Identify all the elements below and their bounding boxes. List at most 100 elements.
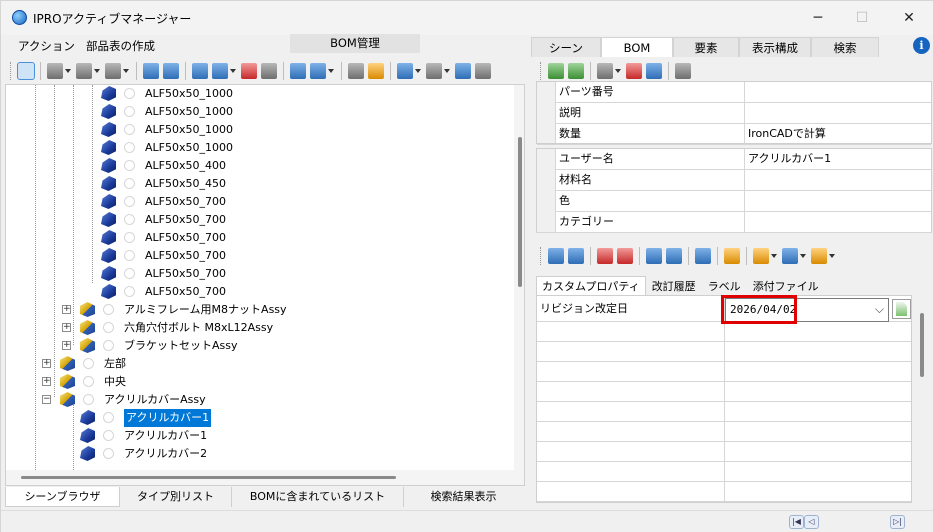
- remove-d-icon[interactable]: [617, 248, 633, 264]
- menu-action[interactable]: アクション: [18, 37, 75, 55]
- scroll-thumb[interactable]: [920, 313, 924, 377]
- tree-node[interactable]: + 左部: [6, 355, 506, 373]
- search-icon[interactable]: [143, 63, 159, 79]
- property-value[interactable]: [725, 422, 911, 441]
- tab-scene[interactable]: シーン: [531, 37, 601, 57]
- property-key[interactable]: [537, 442, 725, 461]
- property-value[interactable]: [725, 402, 911, 421]
- menu-bom-create[interactable]: 部品表の作成: [86, 37, 155, 55]
- expand-icon[interactable]: +: [42, 377, 51, 386]
- tree-node-label[interactable]: ALF50x50_450: [145, 175, 226, 193]
- tree-node-label[interactable]: 左部: [104, 355, 126, 373]
- property-key[interactable]: [537, 322, 725, 341]
- tree-node[interactable]: ALF50x50_1000: [6, 121, 506, 139]
- folder-icon[interactable]: [753, 248, 769, 264]
- tree-node[interactable]: ALF50x50_450: [6, 175, 506, 193]
- tree-node[interactable]: アクリルカバー2: [6, 445, 506, 463]
- tree-node-label[interactable]: アクリルカバー1: [124, 409, 212, 427]
- tab-search-results[interactable]: 検索結果表示: [404, 487, 523, 507]
- tree-node[interactable]: + ブラケットセットAssy: [6, 337, 506, 355]
- zoom-icon[interactable]: [397, 63, 413, 79]
- expand-icon[interactable]: +: [42, 359, 51, 368]
- grid-value[interactable]: [745, 191, 931, 211]
- note-icon[interactable]: [811, 248, 827, 264]
- tree-node-label[interactable]: ALF50x50_400: [145, 157, 226, 175]
- property-key[interactable]: [537, 422, 725, 441]
- structure-icon[interactable]: [261, 63, 277, 79]
- tree-node-label[interactable]: ALF50x50_700: [145, 211, 226, 229]
- tab-revision-history[interactable]: 改訂履歴: [646, 276, 702, 295]
- tree-node-label[interactable]: ALF50x50_700: [145, 229, 226, 247]
- menu-bom-manage[interactable]: BOM管理: [290, 34, 420, 53]
- assembly-icon[interactable]: [192, 63, 208, 79]
- table-icon[interactable]: [290, 63, 306, 79]
- tab-search[interactable]: 検索: [811, 37, 879, 57]
- tab-attachments[interactable]: 添付ファイル: [747, 276, 825, 295]
- grid-value[interactable]: [745, 170, 931, 190]
- add-c-icon[interactable]: [548, 248, 564, 264]
- scroll-thumb[interactable]: [518, 137, 522, 287]
- grid-value[interactable]: [745, 103, 931, 123]
- select-tool-icon[interactable]: [17, 62, 35, 80]
- chevron-down-icon[interactable]: [415, 69, 421, 73]
- tree-node[interactable]: ALF50x50_1000: [6, 139, 506, 157]
- tree-node[interactable]: ALF50x50_1000: [6, 85, 506, 103]
- tree-node[interactable]: アクリルカバー1: [6, 427, 506, 445]
- scroll-thumb[interactable]: [21, 476, 396, 479]
- tree-node[interactable]: ALF50x50_1000: [6, 103, 506, 121]
- layout-icon[interactable]: [310, 63, 326, 79]
- tree-node[interactable]: ALF50x50_700: [6, 283, 506, 301]
- paste-icon[interactable]: [666, 248, 682, 264]
- tab-elements[interactable]: 要素: [673, 37, 739, 57]
- info-icon[interactable]: i: [913, 37, 930, 54]
- link-edit-icon[interactable]: [695, 248, 711, 264]
- tree-node[interactable]: ALF50x50_700: [6, 211, 506, 229]
- expand-icon[interactable]: +: [62, 305, 71, 314]
- update-icon[interactable]: [568, 63, 584, 79]
- tree-node-label[interactable]: ALF50x50_700: [145, 265, 226, 283]
- property-key[interactable]: [537, 462, 725, 481]
- tree-node[interactable]: ALF50x50_400: [6, 157, 506, 175]
- property-vertical-scrollbar[interactable]: [913, 295, 932, 503]
- tree-node[interactable]: アクリルカバー1: [6, 409, 506, 427]
- share-icon[interactable]: [105, 63, 121, 79]
- tree-node[interactable]: ALF50x50_700: [6, 265, 506, 283]
- property-value[interactable]: [725, 462, 911, 481]
- tree-node-label[interactable]: 六角穴付ボルト M8xL12Assy: [124, 319, 273, 337]
- part-list-icon[interactable]: [163, 63, 179, 79]
- chevron-down-icon[interactable]: [94, 69, 100, 73]
- expand-icon[interactable]: +: [62, 341, 71, 350]
- nav-prev-icon[interactable]: ◁: [804, 515, 819, 529]
- close-button[interactable]: ✕: [894, 7, 924, 29]
- property-value[interactable]: [725, 322, 911, 341]
- tree-node-label[interactable]: アクリルカバー2: [124, 445, 207, 463]
- refresh-icon[interactable]: [548, 63, 564, 79]
- tree-node[interactable]: ALF50x50_700: [6, 193, 506, 211]
- tree-node[interactable]: + 中央: [6, 373, 506, 391]
- component-icon[interactable]: [241, 63, 257, 79]
- property-value[interactable]: [725, 382, 911, 401]
- tree-node-label[interactable]: ALF50x50_700: [145, 283, 226, 301]
- tree-node-label[interactable]: ALF50x50_1000: [145, 103, 233, 121]
- tree-node-label[interactable]: ALF50x50_1000: [145, 139, 233, 157]
- tab-scene-browser[interactable]: シーンブラウザ: [5, 487, 120, 507]
- add-d-icon[interactable]: [568, 248, 584, 264]
- tree-node-label[interactable]: アクリルカバー1: [124, 427, 207, 445]
- tree-vertical-scrollbar[interactable]: [514, 85, 524, 470]
- grid-value[interactable]: IronCADで計算: [745, 124, 931, 144]
- tab-bom-included[interactable]: BOMに含まれているリスト: [232, 487, 404, 507]
- grid-value[interactable]: [745, 82, 931, 102]
- tab-display-config[interactable]: 表示構成: [739, 37, 811, 57]
- chevron-down-icon[interactable]: [328, 69, 334, 73]
- tree-node[interactable]: ALF50x50_700: [6, 247, 506, 265]
- tree-node[interactable]: ALF50x50_700: [6, 229, 506, 247]
- chevron-down-icon[interactable]: [230, 69, 236, 73]
- camera-icon[interactable]: [675, 63, 691, 79]
- columns-icon[interactable]: [426, 63, 442, 79]
- maximize-button[interactable]: ☐: [847, 7, 877, 29]
- sort-icon[interactable]: [455, 63, 471, 79]
- chevron-down-icon[interactable]: [123, 69, 129, 73]
- checklist-icon[interactable]: [626, 63, 642, 79]
- nav-next-icon[interactable]: ▷|: [890, 515, 905, 529]
- tree-node[interactable]: − アクリルカバーAssy: [6, 391, 506, 409]
